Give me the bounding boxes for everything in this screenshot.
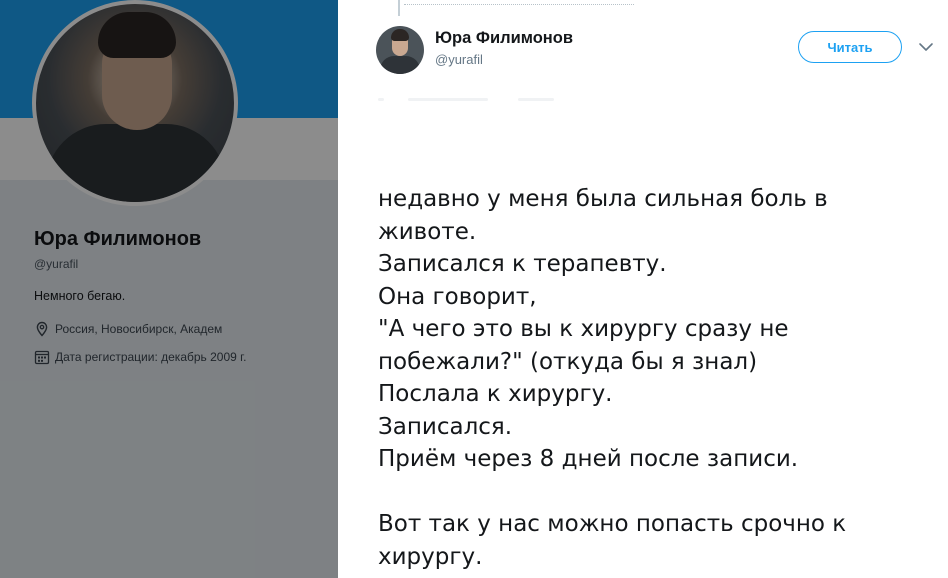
- modal-backdrop[interactable]: [0, 0, 338, 578]
- tweet-author-name[interactable]: Юра Филимонов: [435, 29, 573, 48]
- follow-button[interactable]: Читать: [798, 31, 902, 63]
- previous-tweet-stub: [404, 0, 634, 5]
- avatar-shirt: [380, 56, 420, 74]
- tweet-modal: Юра Филимонов @yurafil Читать недавно у …: [338, 0, 948, 578]
- thread-connector-line: [398, 0, 400, 16]
- chevron-down-icon[interactable]: [918, 40, 934, 54]
- avatar-hair: [391, 29, 409, 41]
- faint-placeholder-line: [378, 96, 578, 104]
- screenshot-root: Юра Филимонов @yurafil Немного бегаю. Ро…: [0, 0, 948, 578]
- tweet-author-avatar[interactable]: [376, 26, 424, 74]
- profile-panel: Юра Филимонов @yurafil Немного бегаю. Ро…: [0, 0, 338, 578]
- tweet-text: недавно у меня была сильная боль в живот…: [378, 186, 847, 570]
- tweet-author-handle[interactable]: @yurafil: [435, 52, 483, 67]
